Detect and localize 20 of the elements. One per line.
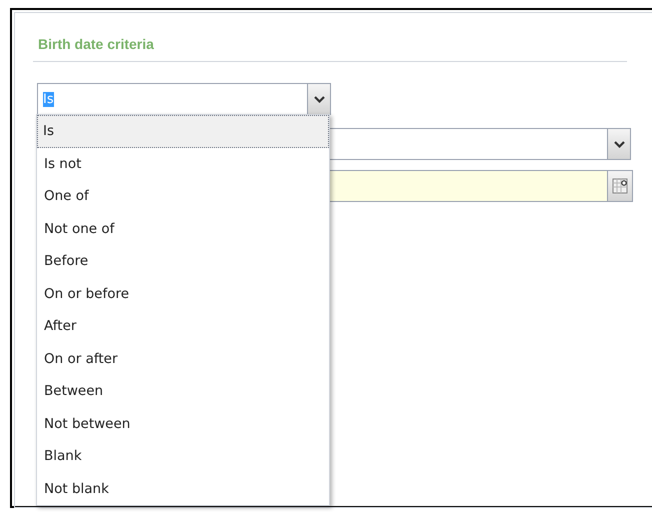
dropdown-button[interactable] bbox=[607, 129, 630, 159]
dropdown-option[interactable]: Not one of bbox=[37, 212, 329, 245]
dropdown-option[interactable]: After bbox=[37, 310, 329, 342]
dropdown-option[interactable]: Before bbox=[37, 245, 329, 278]
chevron-down-icon bbox=[614, 140, 624, 148]
calendar-icon bbox=[612, 178, 628, 194]
dropdown-option[interactable]: On or after bbox=[37, 342, 329, 375]
dropdown-option[interactable]: Between bbox=[37, 375, 329, 408]
dropdown-option[interactable]: Is bbox=[37, 115, 329, 148]
section-title: Birth date criteria bbox=[37, 35, 155, 53]
chevron-down-icon bbox=[314, 96, 324, 102]
dropdown-option[interactable]: Not between bbox=[37, 408, 329, 440]
dropdown-option[interactable]: One of bbox=[37, 180, 329, 212]
dropdown-button[interactable] bbox=[307, 84, 330, 114]
dropdown-option[interactable]: Is not bbox=[37, 148, 329, 180]
dropdown-option[interactable]: Not blank bbox=[37, 472, 329, 505]
dropdown-option[interactable]: Blank bbox=[37, 440, 329, 472]
dropdown-option[interactable]: On or before bbox=[37, 278, 329, 310]
calendar-button[interactable] bbox=[607, 171, 632, 201]
combo-value: Is bbox=[43, 92, 54, 106]
